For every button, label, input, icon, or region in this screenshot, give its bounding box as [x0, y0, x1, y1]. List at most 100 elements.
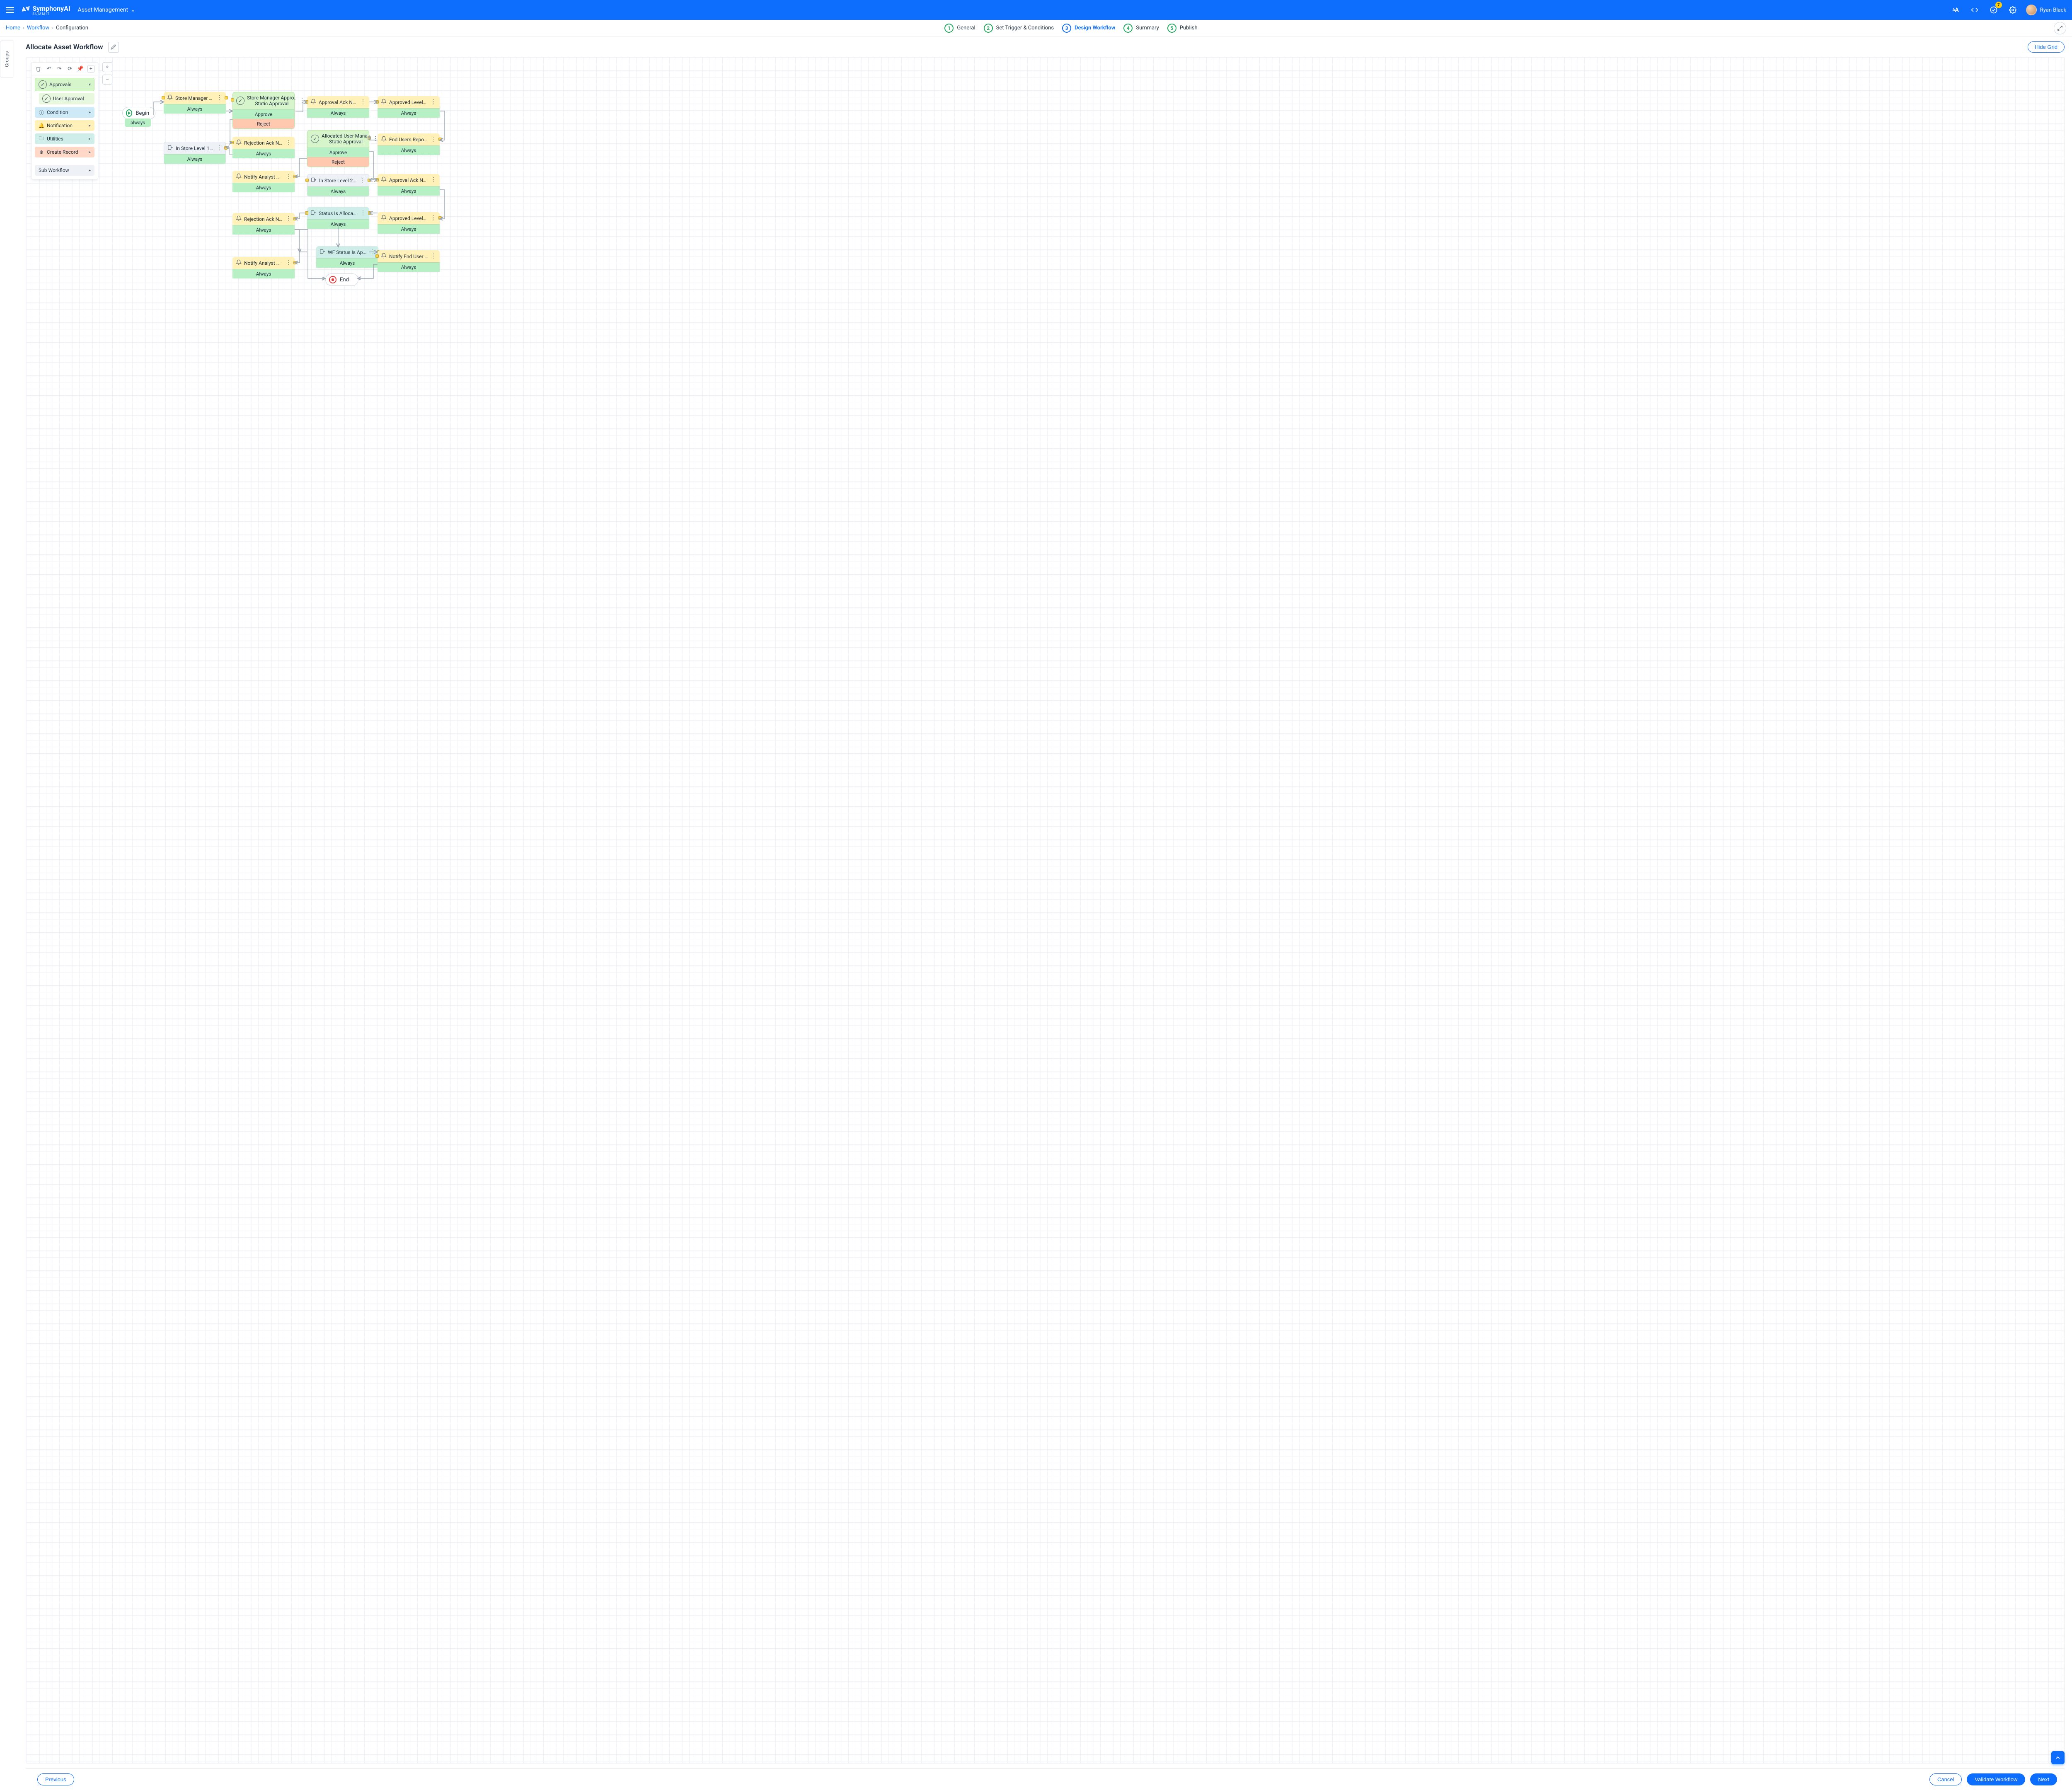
node-notify-analyst-1[interactable]: Notify Analyst On Rej..⋮ Always	[232, 171, 295, 192]
next-button[interactable]: Next	[2030, 1773, 2057, 1785]
node-approval-ack-notif[interactable]: Approval Ack Notificat..⋮ Always	[307, 96, 369, 118]
wave-icon: ⩓⩔	[21, 4, 31, 14]
kebab-icon[interactable]: ⋮	[286, 141, 291, 144]
node-approval-ack-notif-2[interactable]: Approval Ack Notificat..⋮ Always	[378, 174, 440, 196]
node-approved-level1-noti[interactable]: Approved Level1 Noti..⋮ Always	[378, 96, 440, 118]
bell-icon: 🔔	[39, 123, 44, 128]
node-rejection-ack-2[interactable]: Rejection Ack Notifica..⋮ Always	[232, 213, 295, 235]
edit-title-button[interactable]	[108, 42, 119, 53]
kebab-icon[interactable]: ⋮	[431, 138, 436, 141]
node-in-store-level1-rej[interactable]: In Store Level 1 Rej..⋮ Always	[164, 142, 226, 164]
wizard-step-design[interactable]: 3Design Workflow	[1062, 24, 1115, 33]
bell-icon	[167, 94, 173, 102]
undo-icon[interactable]: ↶	[45, 65, 52, 73]
node-notify-end-user[interactable]: Notify End User Succ..⋮ Always	[378, 250, 440, 272]
font-size-button[interactable]: AA	[1950, 4, 1961, 16]
node-approved-level2-noti[interactable]: Approved Level2 Noti..⋮ Always	[378, 212, 440, 234]
kebab-icon[interactable]: ⋮	[373, 137, 378, 140]
node-store-manager-static-approval[interactable]: Store Manager Appro..Static Approval⋮ Ap…	[232, 92, 295, 129]
bell-icon	[236, 139, 242, 146]
cancel-button[interactable]: Cancel	[1929, 1773, 1962, 1785]
branch-always: Always	[164, 154, 225, 164]
kebab-icon[interactable]: ⋮	[360, 211, 366, 215]
pin-icon[interactable]: 📌	[77, 65, 84, 73]
palette-approvals[interactable]: Approvals▾	[35, 78, 94, 91]
badge-count: 7	[1995, 2, 2002, 8]
node-allocated-user-approval[interactable]: Allocated User Mana..Static Approval⋮ Ap…	[307, 130, 369, 167]
palette-create-record[interactable]: ⊕Create Record▸	[35, 147, 94, 157]
app-header: ⩓⩔ SymphonyAI SUMMIT Asset Management ⌄ …	[0, 0, 2072, 20]
gear-icon[interactable]	[2007, 4, 2019, 16]
node-rejection-ack-1[interactable]: Rejection Ack Notifica..⋮ Always	[232, 137, 295, 158]
kebab-icon[interactable]: ⋮	[360, 100, 366, 104]
kebab-icon[interactable]: ⋮	[431, 178, 436, 181]
breadcrumb-workflow[interactable]: Workflow	[27, 25, 49, 31]
menu-icon[interactable]	[6, 7, 14, 13]
node-in-store-level2-rej[interactable]: In Store Level 2 Reje..⋮ Always	[307, 174, 369, 196]
palette-utilities[interactable]: 🗀Utilities▸	[35, 133, 94, 144]
validate-workflow-button[interactable]: Validate Workflow	[1967, 1773, 2025, 1785]
plus-circle-icon: ⊕	[39, 149, 44, 155]
bell-icon	[310, 99, 316, 106]
brand-logo[interactable]: ⩓⩔ SymphonyAI SUMMIT	[22, 4, 70, 16]
branch-always: Always	[378, 224, 440, 234]
chevron-right-icon: ▸	[89, 110, 91, 115]
bell-icon	[381, 177, 387, 184]
app-switcher[interactable]: Asset Management ⌄	[78, 7, 136, 13]
workflow-canvas[interactable]: ↶ ↷ ⟳ 📌 + Approvals▾ User Approval ⓘCond…	[26, 57, 2065, 1763]
kebab-icon[interactable]: ⋮	[217, 96, 223, 99]
approvals-icon[interactable]: 7	[1988, 4, 1999, 16]
plus-icon[interactable]: +	[87, 65, 94, 73]
kebab-icon[interactable]: ⋮	[369, 250, 375, 254]
branch-always: Always	[307, 219, 369, 229]
kebab-icon[interactable]: ⋮	[216, 146, 222, 150]
locate-icon[interactable]: ⌖	[102, 62, 112, 72]
scroll-top-button[interactable]	[2051, 1751, 2065, 1764]
kebab-icon[interactable]: ⋮	[431, 254, 436, 258]
branch-always: Always	[316, 258, 378, 268]
node-store-manager-appro[interactable]: Store Manager Appro..⋮ Always	[164, 92, 226, 114]
node-end[interactable]: End	[325, 273, 358, 286]
stop-circle-icon	[329, 276, 336, 283]
check-circle-icon	[236, 97, 244, 105]
node-wf-status-approved[interactable]: WF Status Is Approved⋮ Always	[316, 246, 378, 268]
branch-always: Always	[232, 269, 295, 278]
kebab-icon[interactable]: ⋮	[299, 99, 305, 102]
kebab-icon[interactable]: ⋮	[286, 175, 291, 178]
check-circle-icon	[311, 135, 319, 143]
branch-reject: Reject	[233, 119, 294, 128]
node-notify-analyst-2[interactable]: Notify Analyst On Rej..⋮ Always	[232, 257, 295, 278]
previous-button[interactable]: Previous	[37, 1773, 74, 1785]
node-status-is-allocated[interactable]: Status Is Allocated⋮ Always	[307, 207, 369, 229]
palette-condition[interactable]: ⓘCondition▸	[35, 107, 94, 118]
palette-sub-workflow[interactable]: Sub Workflow▸	[35, 165, 94, 176]
breadcrumb-home[interactable]: Home	[6, 25, 20, 31]
wizard-step-trigger[interactable]: 2Set Trigger & Conditions	[984, 24, 1054, 33]
hide-grid-button[interactable]: Hide Grid	[2028, 41, 2065, 53]
expand-icon[interactable]	[2054, 22, 2066, 34]
refresh-icon[interactable]: ⟳	[66, 65, 73, 73]
chevron-down-icon: ▾	[89, 82, 91, 87]
code-icon[interactable]	[1969, 4, 1980, 16]
branch-always: Always	[378, 108, 440, 118]
wizard-step-publish[interactable]: 5Publish	[1167, 24, 1198, 33]
wizard-step-summary[interactable]: 4Summary	[1123, 24, 1159, 33]
groups-tab[interactable]: Groups	[0, 41, 13, 78]
kebab-icon[interactable]: ⋮	[431, 100, 436, 104]
trash-icon[interactable]	[35, 65, 42, 73]
palette-user-approval[interactable]: User Approval	[39, 93, 94, 104]
wizard-step-general[interactable]: 1General	[944, 24, 975, 33]
kebab-icon[interactable]: ⋮	[360, 179, 366, 182]
sub-header: Home › Workflow › Configuration 1General…	[0, 20, 2072, 36]
footer-bar: Previous Cancel Validate Workflow Next	[26, 1768, 2065, 1790]
user-menu[interactable]: Ryan Black	[2026, 5, 2066, 15]
node-end-users-reporting[interactable]: End Users Reporting ..⋮ Always	[378, 133, 440, 155]
zoom-out-icon[interactable]: −	[102, 75, 112, 85]
branch-always: Always	[307, 108, 369, 118]
redo-icon[interactable]: ↷	[56, 65, 63, 73]
palette-notification[interactable]: 🔔Notification▸	[35, 120, 94, 131]
kebab-icon[interactable]: ⋮	[286, 217, 291, 220]
kebab-icon[interactable]: ⋮	[431, 216, 436, 220]
node-begin[interactable]: Begin	[122, 107, 155, 119]
kebab-icon[interactable]: ⋮	[286, 261, 291, 264]
